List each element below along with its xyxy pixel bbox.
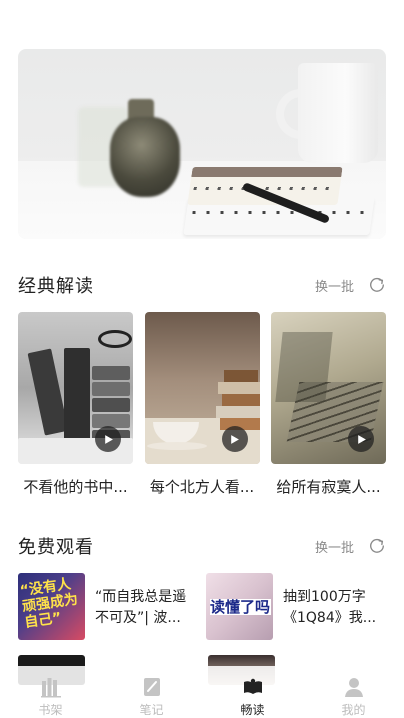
free-item-cover: 读懂了吗: [206, 573, 273, 640]
classic-card-cover: [271, 312, 386, 464]
play-icon: [348, 426, 374, 452]
nav-label-bookshelf: 书架: [38, 703, 63, 717]
play-icon: [221, 426, 248, 452]
banner-notebook-top: [187, 167, 343, 205]
hero-banner[interactable]: [18, 49, 386, 239]
banner-vase: [110, 117, 180, 197]
refresh-icon: [370, 277, 384, 292]
classic-card-cover: [144, 312, 260, 464]
free-section-header: 免费观看 换一批: [18, 532, 386, 560]
free-item-title: “而自我总是遥不可及”| 波...: [95, 589, 187, 626]
open-book-icon: [243, 678, 262, 694]
nav-item-notes[interactable]: 笔记: [101, 666, 202, 718]
free-item-cover: “没有人顽强成为自己”: [18, 573, 85, 640]
classic-section-title: 经典解读: [18, 276, 94, 297]
free-refresh-label: 换一批: [314, 540, 354, 556]
refresh-icon: [370, 538, 384, 553]
classic-card-cover: [18, 312, 133, 464]
free-item-title: 抽到100万字《1Q84》我...: [283, 589, 377, 626]
free-item-list: “没有人顽强成为自己” “而自我总是遥不可及”| 波... 读懂了吗 抽到100…: [18, 573, 386, 640]
profile-icon: [344, 678, 363, 697]
nav-label-profile: 我的: [341, 703, 366, 717]
page: 经典解读 换一批 不看他的书中... 每个北方人看... 给所有寂寞人... 免…: [0, 0, 404, 718]
free-item-cover-text: “没有人顽强成为自己”: [18, 576, 79, 632]
classic-card[interactable]: 每个北方人看...: [144, 312, 260, 497]
classic-card-title: 每个北方人看...: [149, 478, 255, 496]
free-refresh-button[interactable]: 换一批: [315, 537, 386, 556]
free-item[interactable]: “没有人顽强成为自己” “而自我总是遥不可及”| 波...: [18, 573, 198, 640]
classic-refresh-button[interactable]: 换一批: [315, 276, 386, 295]
classic-card-title: 给所有寂寞人...: [276, 478, 381, 496]
nav-item-reading[interactable]: 畅读: [202, 666, 303, 718]
classic-card[interactable]: 不看他的书中...: [18, 312, 133, 497]
nav-label-notes: 笔记: [139, 703, 164, 717]
notes-icon: [143, 678, 160, 696]
play-icon: [95, 426, 121, 452]
classic-section-header: 经典解读 换一批: [18, 271, 386, 299]
classic-refresh-label: 换一批: [314, 279, 354, 295]
classic-card[interactable]: 给所有寂寞人...: [271, 312, 386, 497]
free-item-cover-text: 读懂了吗: [210, 598, 271, 616]
classic-card-list: 不看他的书中... 每个北方人看... 给所有寂寞人...: [18, 312, 386, 497]
nav-label-reading: 畅读: [240, 703, 265, 717]
nav-item-profile[interactable]: 我的: [303, 666, 404, 718]
banner-cup: [298, 63, 378, 163]
free-item[interactable]: 读懂了吗 抽到100万字《1Q84》我...: [206, 573, 386, 640]
nav-item-bookshelf[interactable]: 书架: [0, 666, 101, 718]
bookshelf-icon: [40, 678, 61, 698]
free-section-title: 免费观看: [18, 537, 94, 558]
classic-card-title: 不看他的书中...: [23, 478, 128, 496]
bottom-nav: 书架 笔记 畅读 我的: [0, 666, 404, 718]
